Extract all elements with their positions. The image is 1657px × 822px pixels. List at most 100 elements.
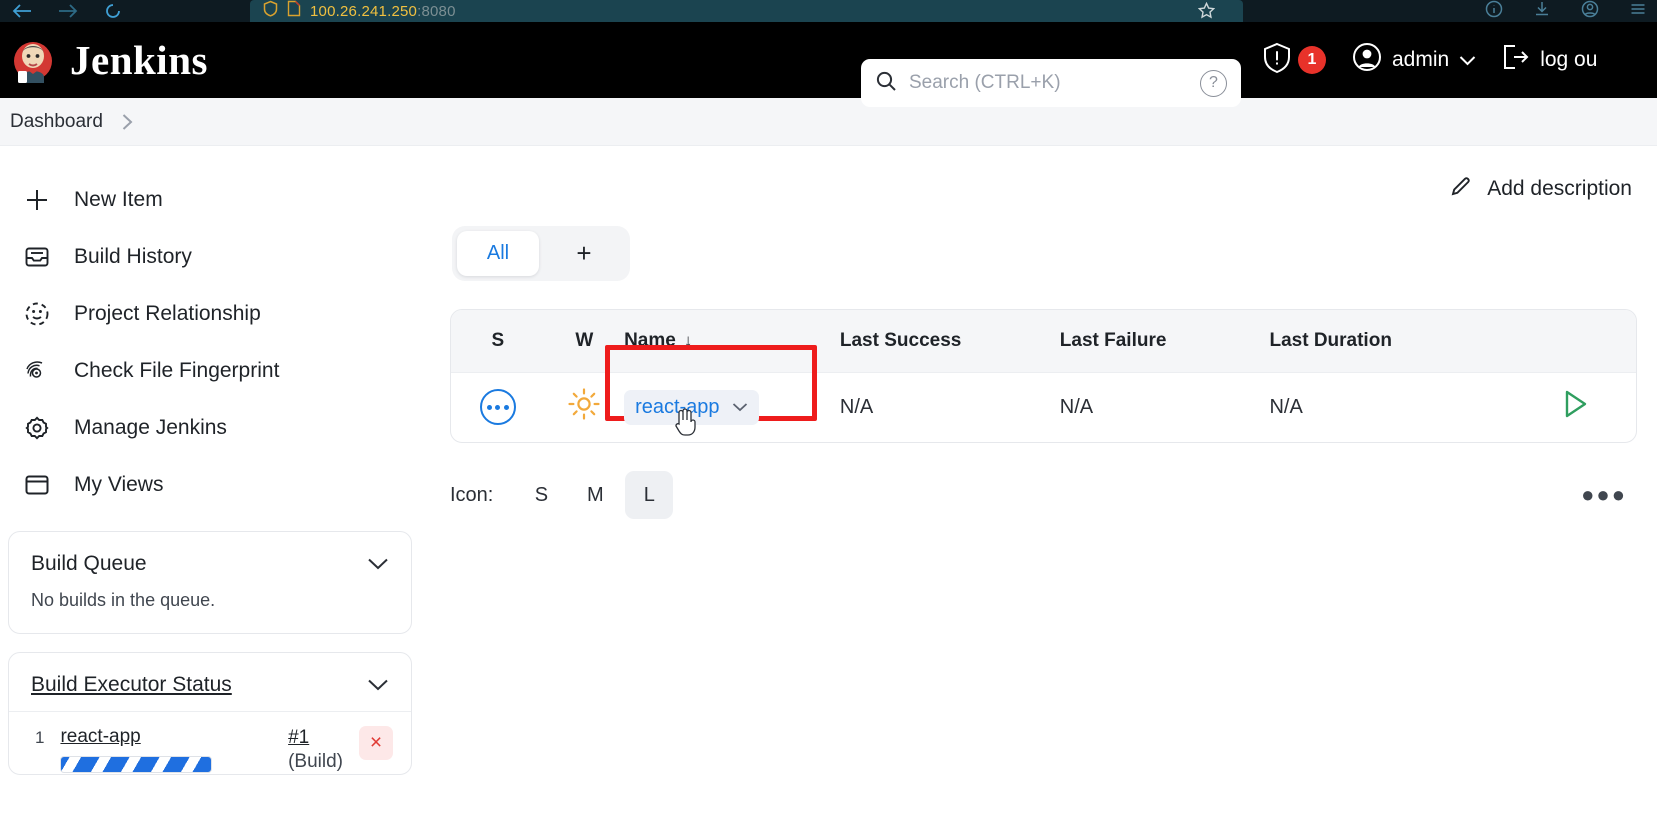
sidebar-item-build-history[interactable]: Build History: [0, 228, 430, 285]
breadcrumb: Dashboard: [0, 98, 1657, 146]
window-icon: [22, 470, 52, 500]
executor-build-stage: (Build): [288, 750, 343, 772]
info-icon[interactable]: [1485, 0, 1503, 23]
sunny-icon: [567, 388, 601, 426]
search-box[interactable]: ?: [861, 59, 1241, 107]
sidebar-item-check-file-fingerprint[interactable]: Check File Fingerprint: [0, 342, 430, 399]
sidebar-item-new-item[interactable]: New Item: [0, 171, 430, 228]
reload-icon[interactable]: [104, 2, 122, 20]
column-header-name-label: Name: [624, 329, 676, 351]
tab-all[interactable]: All: [457, 231, 539, 276]
play-icon: [1558, 387, 1592, 424]
chevron-down-icon[interactable]: [367, 557, 389, 571]
sidebar-item-project-relationship[interactable]: Project Relationship: [0, 285, 430, 342]
jobs-table-head: S W Name ↓ Last Success Last Failure Last…: [451, 310, 1636, 372]
back-arrow-icon[interactable]: [12, 3, 32, 19]
column-header-last-duration[interactable]: Last Duration: [1269, 310, 1514, 372]
search-input[interactable]: [909, 72, 1188, 94]
executor-build-link[interactable]: #1: [288, 726, 343, 750]
user-name-label: admin: [1392, 48, 1450, 71]
executor-row: 1 react-app #1 (Build) ×: [9, 711, 411, 774]
job-name-chip[interactable]: react-app: [624, 389, 759, 436]
icon-size-label: Icon:: [450, 483, 494, 506]
sidebar-item-label: Build History: [74, 244, 192, 268]
logout-button[interactable]: log ou: [1502, 44, 1597, 76]
build-queue-header[interactable]: Build Queue: [9, 532, 411, 590]
column-header-last-failure[interactable]: Last Failure: [1059, 310, 1270, 372]
icon-size-large-button[interactable]: L: [625, 471, 674, 519]
pending-dots-icon[interactable]: [479, 389, 516, 426]
build-queue-empty-message: No builds in the queue.: [31, 590, 216, 610]
column-header-status[interactable]: S: [451, 310, 545, 372]
chevron-down-icon[interactable]: [367, 678, 389, 692]
icon-size-small-button[interactable]: S: [517, 471, 565, 519]
executor-job-info: react-app: [60, 726, 272, 773]
cell-weather: [544, 371, 625, 442]
page-icon: [287, 0, 301, 22]
icon-size-row: Icon: S M L ●●●: [450, 471, 1637, 519]
jobs-table: S W Name ↓ Last Success Last Failure Last…: [451, 310, 1636, 442]
page-body: New Item Build History Project Relations…: [0, 146, 1657, 822]
search-icon: [875, 70, 897, 97]
sidebar-item-manage-jenkins[interactable]: Manage Jenkins: [0, 399, 430, 456]
chevron-down-icon: [1459, 48, 1476, 72]
download-icon[interactable]: [1533, 0, 1551, 23]
executor-job-link[interactable]: react-app: [60, 726, 140, 747]
sidebar-item-my-views[interactable]: My Views: [0, 456, 430, 513]
cancel-build-button[interactable]: ×: [359, 726, 393, 760]
job-link-react-app[interactable]: react-app: [635, 396, 720, 419]
browser-nav-buttons: [0, 0, 122, 22]
executor-progress-bar: [60, 756, 213, 773]
forward-arrow-icon[interactable]: [58, 3, 78, 19]
breadcrumb-chevron-icon: [121, 113, 134, 131]
executor-number: 1: [35, 728, 45, 747]
add-description-button[interactable]: Add description: [1449, 174, 1632, 204]
column-header-last-success[interactable]: Last Success: [839, 310, 1060, 372]
browser-url-bar[interactable]: 100.26.241.250:8080: [250, 0, 1243, 22]
user-menu-button[interactable]: admin: [1352, 42, 1476, 78]
table-row: react-app N/A N/A N/A: [451, 344, 1636, 442]
add-description-label: Add description: [1487, 177, 1632, 200]
build-queue-panel: Build Queue No builds in the queue.: [8, 531, 412, 634]
column-header-name[interactable]: Name ↓: [624, 310, 840, 372]
add-view-button[interactable]: +: [543, 231, 625, 276]
cell-last-failure: N/A: [1059, 371, 1270, 442]
cell-status: [451, 371, 545, 442]
notification-count-badge: 1: [1298, 46, 1326, 74]
jobs-table-container: S W Name ↓ Last Success Last Failure Last…: [450, 309, 1637, 443]
security-notifications-button[interactable]: 1: [1262, 42, 1326, 79]
logout-icon: [1502, 44, 1530, 76]
menu-icon[interactable]: [1629, 0, 1647, 23]
jobs-table-body: react-app N/A N/A N/A: [451, 344, 1636, 442]
jobs-table-header-row: S W Name ↓ Last Success Last Failure Last…: [451, 310, 1636, 372]
views-tabs: All +: [452, 226, 630, 281]
sidebar: New Item Build History Project Relations…: [0, 146, 430, 775]
pencil-icon: [1449, 174, 1473, 204]
browser-chrome-strip: 100.26.241.250:8080: [0, 0, 1657, 22]
column-header-actions: [1513, 310, 1636, 372]
column-header-weather[interactable]: W: [544, 310, 625, 372]
build-executor-status-header[interactable]: Build Executor Status: [9, 653, 411, 711]
build-queue-title: Build Queue: [31, 552, 147, 575]
chevron-down-icon[interactable]: [732, 402, 748, 412]
sidebar-item-label: Manage Jenkins: [74, 415, 227, 439]
breadcrumb-item-dashboard[interactable]: Dashboard: [10, 111, 103, 133]
fingerprint-icon: [22, 356, 52, 386]
gear-icon: [22, 413, 52, 443]
sidebar-item-label: Project Relationship: [74, 301, 261, 325]
icon-size-medium-button[interactable]: M: [571, 471, 619, 519]
build-executor-status-title: Build Executor Status: [31, 673, 232, 696]
logout-label: log ou: [1540, 48, 1598, 71]
build-now-button[interactable]: [1558, 387, 1592, 424]
overflow-menu-icon[interactable]: ●●●: [1581, 482, 1637, 508]
cell-last-duration: N/A: [1269, 371, 1514, 442]
sidebar-item-label: New Item: [74, 187, 163, 211]
search-help-icon[interactable]: ?: [1200, 69, 1227, 97]
profile-icon[interactable]: [1581, 0, 1599, 23]
browser-right-icons: [1485, 0, 1647, 22]
jenkins-brand-link[interactable]: Jenkins: [0, 36, 208, 84]
build-executor-status-panel: Build Executor Status 1 react-app #1 (Bu…: [8, 652, 412, 775]
cell-last-success: N/A: [839, 371, 1060, 442]
cell-actions: [1513, 371, 1636, 442]
star-icon[interactable]: [1197, 1, 1216, 22]
